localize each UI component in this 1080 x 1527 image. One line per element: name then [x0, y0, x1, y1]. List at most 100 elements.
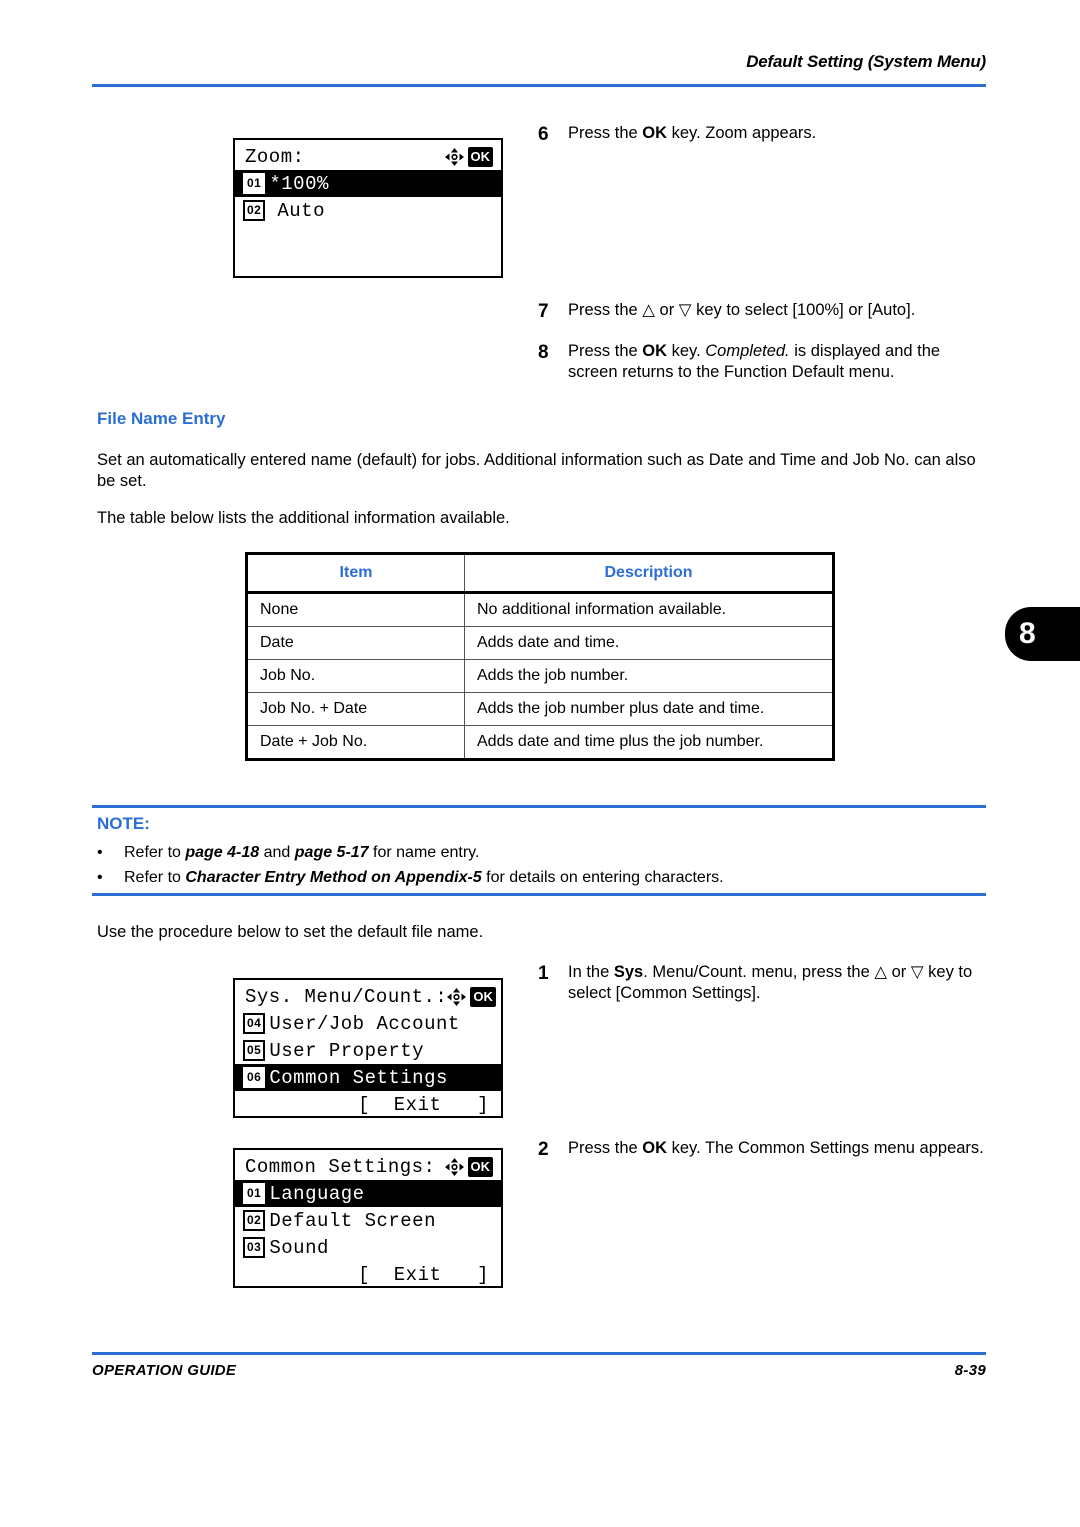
lcd-row-label: Language: [269, 1182, 365, 1205]
bullet-icon: •: [97, 844, 103, 861]
table-row: Date + Job No. Adds date and time plus t…: [246, 725, 834, 760]
lcd-exit-button[interactable]: [ Exit ]: [235, 1261, 501, 1286]
header-rule: [92, 84, 986, 87]
lcd-row-index: 04: [243, 1013, 266, 1034]
running-title: Default Setting (System Menu): [746, 52, 986, 71]
step-number: 2: [538, 1139, 549, 1160]
ok-key-label: OK: [642, 1139, 668, 1157]
table-cell-description: Adds date and time plus the job number.: [464, 725, 834, 760]
chapter-tab: 8: [1005, 607, 1080, 661]
lcd-panel-common-settings: Common Settings: OK 01 Language 02 Default…: [233, 1148, 503, 1288]
lcd-row-label: User Property: [269, 1039, 425, 1062]
step-text-pre: Press the: [568, 124, 643, 142]
lcd-title: Zoom:: [245, 146, 305, 168]
page-reference-1: page 4-18: [185, 844, 260, 861]
lcd-status-icons: OK: [444, 1157, 493, 1177]
chapter-number: 8: [1019, 617, 1036, 650]
step-text-post: key. Zoom appears.: [667, 124, 817, 142]
step-text-pre: Press the: [568, 1139, 643, 1157]
table-cell-item: Date + Job No.: [246, 725, 465, 760]
four-way-arrow-icon: [447, 988, 467, 1006]
step-text-pre: In the: [568, 963, 614, 981]
lcd-row[interactable]: 05 User Property: [235, 1037, 501, 1064]
note-title: NOTE:: [97, 814, 150, 833]
lcd-row-index: 06: [243, 1067, 266, 1088]
lcd-row[interactable]: 02 Auto: [235, 197, 501, 224]
lcd-title: Common Settings:: [245, 1156, 436, 1178]
lcd-row-label: User/Job Account: [269, 1012, 460, 1035]
table-cell-description: Adds the job number.: [464, 659, 834, 693]
note-item: • Refer to Character Entry Method on App…: [97, 866, 987, 891]
ok-badge: OK: [467, 1157, 493, 1177]
step-1: 1 In the Sys. Menu/Count. menu, press th…: [538, 962, 990, 1004]
table-cell-item: Job No. + Date: [246, 692, 465, 726]
lcd-row-index: 03: [243, 1237, 266, 1258]
step-number: 7: [538, 301, 549, 322]
step-2: 2 Press the OK key. The Common Settings …: [538, 1138, 988, 1162]
footer-guide-label: OPERATION GUIDE: [92, 1362, 237, 1379]
lcd-title-row: Sys. Menu/Count.: OK: [235, 980, 501, 1010]
bullet-icon: •: [97, 868, 103, 886]
table-row: Job No. + Date Adds the job number plus …: [246, 692, 834, 726]
table-row: Date Adds date and time.: [246, 626, 834, 660]
step-7: 7 Press the △ or ▽ key to select [100%] …: [538, 300, 988, 324]
table-row: Job No. Adds the job number.: [246, 659, 834, 693]
step-text-post: key. The Common Settings menu appears.: [667, 1139, 984, 1157]
page-reference-2: page 5-17: [294, 844, 369, 861]
table-cell-item: None: [246, 592, 465, 627]
lcd-row-label: Sound: [269, 1236, 329, 1259]
section-paragraph-1: Set an automatically entered name (defau…: [97, 451, 976, 491]
step-number: 6: [538, 124, 549, 145]
lcd-row[interactable]: 01 *100%: [235, 170, 501, 197]
lcd-row-index: 01: [243, 1183, 266, 1204]
note-text-pre: Refer to: [124, 844, 186, 861]
lcd-row[interactable]: 01 Language: [235, 1180, 501, 1207]
lcd-row[interactable]: 06 Common Settings: [235, 1064, 501, 1091]
lcd-row-label: Common Settings: [269, 1066, 448, 1089]
table-cell-item: Job No.: [246, 659, 465, 693]
lcd-row-label: Auto: [277, 199, 325, 222]
lcd-status-icons: OK: [444, 147, 493, 167]
ok-key-label: OK: [642, 124, 668, 142]
table-header-row: Item Description: [246, 553, 834, 594]
table-cell-description: Adds date and time.: [464, 626, 834, 660]
four-way-arrow-icon: [444, 148, 464, 166]
lcd-title-row: Common Settings: OK: [235, 1150, 501, 1180]
appendix-reference: Character Entry Method on Appendix-5: [185, 868, 482, 886]
note-item: • Refer to page 4-18 and page 5-17 for n…: [97, 841, 987, 866]
additional-information-table: Item Description None No additional info…: [245, 552, 835, 761]
step-text: Press the OK key. Completed. is displaye…: [568, 341, 990, 383]
lcd-row-label: Default Screen: [269, 1209, 436, 1232]
lcd-row-index: 05: [243, 1040, 266, 1061]
table-header-item: Item: [246, 553, 465, 594]
ok-badge: OK: [470, 987, 496, 1007]
completed-message: Completed.: [705, 342, 790, 360]
step-text: Press the △ or ▽ key to select [100%] or…: [568, 301, 916, 319]
note-text-pre: Refer to: [124, 868, 186, 886]
lcd-title-row: Zoom: OK: [235, 140, 501, 170]
page-running-header: Default Setting (System Menu): [92, 52, 986, 72]
note-list: • Refer to page 4-18 and page 5-17 for n…: [97, 841, 987, 891]
note-text-mid: and: [259, 844, 295, 861]
note-text-post: for details on entering characters.: [481, 868, 724, 886]
lcd-panel-zoom: Zoom: OK 01 *100% 02 Auto: [233, 138, 503, 278]
ok-key-label: OK: [642, 342, 668, 360]
lcd-status-icons: OK: [447, 987, 496, 1007]
table-cell-description: No additional information available.: [464, 592, 834, 627]
section-title-file-name-entry: File Name Entry: [97, 409, 226, 428]
lcd-row[interactable]: 02 Default Screen: [235, 1207, 501, 1234]
note-item-text: Refer to Character Entry Method on Appen…: [124, 866, 724, 891]
table-cell-item: Date: [246, 626, 465, 660]
lcd-title: Sys. Menu/Count.:: [245, 986, 448, 1008]
table-header-description: Description: [464, 553, 834, 594]
lcd-row-index: 02: [243, 200, 266, 221]
note-rule-top: [92, 805, 986, 808]
step-6: 6 Press the OK key. Zoom appears.: [538, 123, 988, 147]
lcd-row[interactable]: 03 Sound: [235, 1234, 501, 1261]
step-text-pre: Press the: [568, 342, 643, 360]
section-paragraph-3: Use the procedure below to set the defau…: [97, 923, 484, 941]
page-footer: OPERATION GUIDE 8-39: [92, 1362, 986, 1379]
lcd-exit-button[interactable]: [ Exit ]: [235, 1091, 501, 1116]
lcd-row[interactable]: 04 User/Job Account: [235, 1010, 501, 1037]
step-number: 1: [538, 963, 549, 984]
